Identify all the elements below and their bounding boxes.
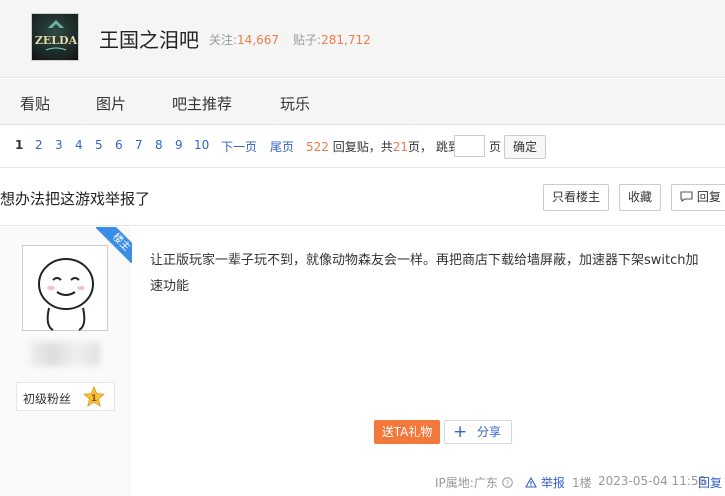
reply-icon xyxy=(680,191,693,203)
posts-label: 贴子: xyxy=(293,33,322,47)
pagination-bar: 1 2 3 4 5 6 7 8 9 10 下一页 尾页 522 回复贴，共21页… xyxy=(0,126,725,168)
report-label: 举报 xyxy=(540,476,565,490)
total-suffix: 页， xyxy=(408,140,433,154)
level-star-icon: 1 xyxy=(83,386,105,407)
thread-title-bar: 想办法把这游戏举报了 只看楼主 收藏 回复 xyxy=(0,169,725,226)
page-link[interactable]: 6 xyxy=(115,138,123,152)
share-label: 分享 xyxy=(477,425,502,439)
forum-logo[interactable]: ZELDA xyxy=(31,13,79,61)
nav-tab-fun[interactable]: 玩乐 xyxy=(280,93,310,114)
jump-confirm-button[interactable]: 确定 xyxy=(504,135,546,159)
page-unit-label: 页 xyxy=(489,140,502,154)
forum-nav: 看贴 图片 吧主推荐 玩乐 xyxy=(0,79,725,125)
warning-icon xyxy=(525,476,537,488)
svg-text:ZELDA: ZELDA xyxy=(35,34,78,47)
page-link[interactable]: 4 xyxy=(75,138,83,152)
follow-label: 关注: xyxy=(209,33,238,47)
reply-label: 回复贴，共 xyxy=(332,140,393,154)
ip-location-text: IP属地:广东 xyxy=(435,476,498,490)
fan-level-label: 初级粉丝 xyxy=(23,392,72,406)
share-button[interactable]: + 分享 xyxy=(444,420,512,444)
reply-label: 回复 xyxy=(696,190,721,204)
forum-title[interactable]: 王国之泪吧 xyxy=(99,24,199,53)
next-page-link[interactable]: 下一页 xyxy=(221,138,257,155)
reply-summary: 522 回复贴，共21页， 跳到 xyxy=(306,138,460,155)
reply-button[interactable]: 回复 xyxy=(671,184,725,211)
floor-number: 1楼 xyxy=(572,476,592,490)
page-link[interactable]: 5 xyxy=(95,138,103,152)
page-link[interactable]: 9 xyxy=(175,138,183,152)
fan-level-badge[interactable]: 初级粉丝 1 xyxy=(16,382,115,411)
nav-tab-posts[interactable]: 看贴 xyxy=(20,93,50,114)
page-link[interactable]: 10 xyxy=(194,138,209,152)
plus-icon: + xyxy=(453,422,468,442)
send-gift-button[interactable]: 送TA礼物 xyxy=(374,420,440,444)
svg-text:1: 1 xyxy=(91,394,97,404)
author-name-blurred xyxy=(30,342,100,366)
favorite-button[interactable]: 收藏 xyxy=(619,184,661,211)
forum-header: ZELDA 王国之泪吧 关注:14,667 贴子:281,712 xyxy=(0,0,725,78)
jump-page-input[interactable] xyxy=(454,135,485,157)
post-body: 让正版玩家一辈子玩不到，就像动物森友会一样。再把商店下载给墙屏蔽，加速器下架sw… xyxy=(150,253,699,294)
help-icon: ? xyxy=(501,477,513,488)
owner-ribbon: 楼主 xyxy=(96,227,132,263)
thread-title: 想办法把这游戏举报了 xyxy=(0,190,151,208)
nav-tab-featured[interactable]: 吧主推荐 xyxy=(172,93,232,114)
page-link[interactable]: 3 xyxy=(55,138,63,152)
page-link[interactable]: 7 xyxy=(135,138,143,152)
follow-count: 14,667 xyxy=(237,33,280,47)
page-link-current: 1 xyxy=(15,138,24,152)
report-link[interactable]: 举报 xyxy=(525,474,565,491)
total-pages: 21 xyxy=(392,140,409,154)
only-owner-button[interactable]: 只看楼主 xyxy=(543,184,609,211)
post-time: 2023-05-04 11:58 xyxy=(598,474,707,488)
svg-text:?: ? xyxy=(505,479,509,487)
reply-count: 522 xyxy=(306,140,329,154)
reply-tail-link[interactable]: 回复 xyxy=(698,474,722,491)
nav-tab-images[interactable]: 图片 xyxy=(96,93,126,114)
page-link[interactable]: 8 xyxy=(155,138,163,152)
owner-tag: 楼主 xyxy=(96,227,132,263)
forum-stats: 关注:14,667 贴子:281,712 xyxy=(209,31,371,48)
ip-location: IP属地:广东 ? xyxy=(435,474,513,491)
posts-count: 281,712 xyxy=(321,33,371,47)
page-link[interactable]: 2 xyxy=(35,138,43,152)
last-page-link[interactable]: 尾页 xyxy=(270,138,294,155)
